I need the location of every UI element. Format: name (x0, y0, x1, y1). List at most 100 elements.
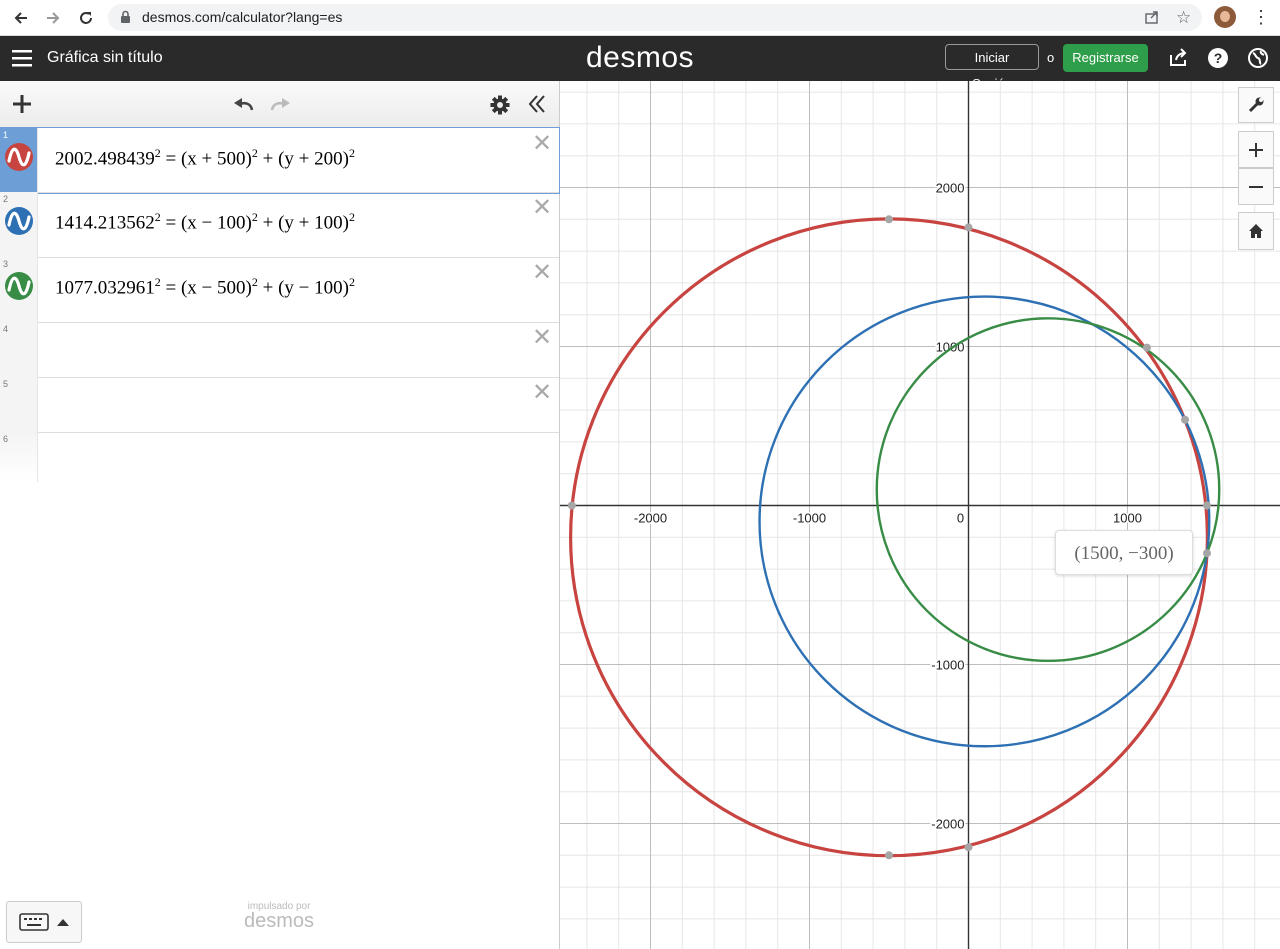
plus-icon (1249, 142, 1263, 157)
graph-point[interactable] (1181, 415, 1190, 424)
keyboard-toggle-button[interactable] (6, 901, 82, 943)
x-tick-label: -2000 (634, 511, 667, 526)
expression-gutter[interactable]: 6 (0, 432, 38, 482)
share-page-icon[interactable] (1144, 9, 1160, 30)
language-globe-icon[interactable] (1247, 47, 1269, 69)
graph-title[interactable]: Gráfica sin título (47, 49, 163, 67)
expression-gutter[interactable]: 2 (0, 192, 38, 257)
y-tick-label: 2000 (936, 181, 965, 196)
graph-paper[interactable]: -2000 -1000 0 1000 2000 1000 -1000 -2000 (560, 81, 1280, 949)
green-circle-curve[interactable] (875, 317, 1221, 663)
redo-icon[interactable] (268, 95, 292, 118)
graph-color-toggle-icon[interactable] (4, 271, 34, 301)
graph-settings-button[interactable] (1238, 87, 1274, 123)
x-tick-label: 1000 (1113, 511, 1142, 526)
bookmark-star-icon[interactable]: ☆ (1176, 8, 1191, 28)
y-term: (y − 100) (278, 277, 349, 299)
expression-index: 4 (3, 324, 9, 334)
delete-expression-icon[interactable]: ✕ (532, 381, 552, 405)
operator: + (257, 212, 279, 234)
x-tick-label: 0 (957, 511, 964, 526)
graph-color-toggle-icon[interactable] (4, 206, 34, 236)
graph-color-toggle-icon[interactable] (4, 142, 34, 172)
delete-expression-icon[interactable]: ✕ (532, 196, 552, 220)
address-bar[interactable]: desmos.com/calculator?lang=es ☆ (108, 4, 1202, 31)
lock-icon (120, 10, 131, 29)
expression-row[interactable]: 1 2002.4984392 = (x + 500)2 + (y + 200)2 ✕ (0, 127, 560, 194)
more-menu-icon[interactable]: ⋮ (1252, 7, 1270, 28)
collapse-panel-icon[interactable] (527, 94, 547, 119)
point-coordinate-label[interactable]: (1500, −300) (1055, 530, 1193, 575)
y-tick-label: -2000 (931, 817, 964, 832)
graph-point[interactable] (567, 501, 576, 510)
zoom-out-button[interactable] (1238, 168, 1274, 205)
graph-point[interactable] (1203, 549, 1211, 558)
expression-row[interactable]: 4 ✕ (0, 322, 559, 378)
delete-expression-icon[interactable]: ✕ (532, 132, 552, 156)
or-label: o (1047, 50, 1055, 65)
exponent: 2 (348, 275, 355, 289)
operator: = (160, 277, 181, 299)
expression-index: 5 (3, 379, 9, 389)
graph-point[interactable] (964, 843, 973, 852)
wrench-icon (1248, 97, 1264, 113)
delete-expression-icon[interactable]: ✕ (532, 261, 552, 285)
undo-icon[interactable] (232, 95, 256, 118)
expression-math[interactable]: 2002.4984392 = (x + 500)2 + (y + 200)2 (55, 146, 355, 170)
back-icon[interactable] (8, 5, 34, 31)
minus-icon (1249, 185, 1263, 188)
app-header: Gráfica sin título desmos Iniciar Sesión… (0, 36, 1280, 91)
add-item-icon[interactable] (12, 94, 32, 119)
register-button[interactable]: Registrarse (1063, 44, 1148, 72)
operator: + (257, 148, 279, 170)
expression-toolbar (0, 81, 559, 128)
powered-by-logo: desmos (243, 910, 315, 932)
keyboard-icon (19, 913, 49, 931)
login-button[interactable]: Iniciar Sesión (945, 44, 1039, 91)
svg-text:?: ? (1214, 50, 1223, 66)
reload-icon[interactable] (73, 5, 99, 31)
settings-gear-icon[interactable] (490, 95, 510, 120)
expression-gutter[interactable]: 4 (0, 322, 38, 377)
profile-avatar[interactable] (1214, 6, 1236, 28)
expression-gutter[interactable]: 1 (0, 128, 38, 192)
graph-canvas[interactable]: -2000 -1000 0 100020001000-1000-2000 (560, 81, 1280, 949)
url-text: desmos.com/calculator?lang=es (142, 9, 343, 25)
share-icon[interactable] (1167, 47, 1189, 69)
graph-point[interactable] (964, 223, 973, 232)
expression-index: 3 (3, 259, 9, 269)
radius-value: 1077.032961 (55, 277, 155, 299)
exponent: 2 (348, 146, 355, 160)
x-tick-label: -1000 (793, 511, 826, 526)
exponent: 2 (348, 210, 355, 224)
operator: + (257, 277, 279, 299)
expression-index: 6 (3, 434, 9, 444)
radius-value: 2002.498439 (55, 148, 155, 170)
expression-gutter[interactable]: 3 (0, 257, 38, 322)
expression-row[interactable]: 2 1414.2135622 = (x − 100)2 + (y + 100)2 ✕ (0, 192, 559, 258)
graph-point[interactable] (885, 851, 893, 860)
graph-point[interactable] (1142, 343, 1151, 352)
default-view-button[interactable] (1238, 212, 1274, 250)
powered-by: impulsado por desmos (239, 901, 319, 933)
expression-math[interactable]: 1414.2135622 = (x − 100)2 + (y + 100)2 (55, 210, 355, 234)
caret-up-icon (57, 919, 69, 926)
expression-gutter[interactable]: 5 (0, 377, 38, 432)
delete-expression-icon[interactable]: ✕ (532, 326, 552, 350)
graph-point[interactable] (1203, 501, 1211, 510)
help-icon[interactable]: ? (1207, 47, 1229, 69)
expression-row[interactable]: 5 ✕ (0, 377, 559, 433)
forward-icon[interactable] (40, 5, 66, 31)
expression-math[interactable]: 1077.0329612 = (x − 500)2 + (y − 100)2 (55, 275, 355, 299)
browser-toolbar: desmos.com/calculator?lang=es ☆ ⋮ (0, 0, 1280, 36)
graph-point[interactable] (885, 215, 893, 224)
x-term: (x − 100) (180, 212, 252, 234)
hamburger-menu-icon[interactable] (12, 49, 32, 72)
x-term: (x + 500) (180, 148, 252, 170)
y-term: (y + 100) (278, 212, 349, 234)
zoom-in-button[interactable] (1238, 131, 1274, 168)
y-term: (y + 200) (278, 148, 349, 170)
expression-index: 2 (3, 194, 9, 204)
expression-row[interactable]: 6 (0, 432, 559, 482)
expression-row[interactable]: 3 1077.0329612 = (x − 500)2 + (y − 100)2 ✕ (0, 257, 559, 323)
